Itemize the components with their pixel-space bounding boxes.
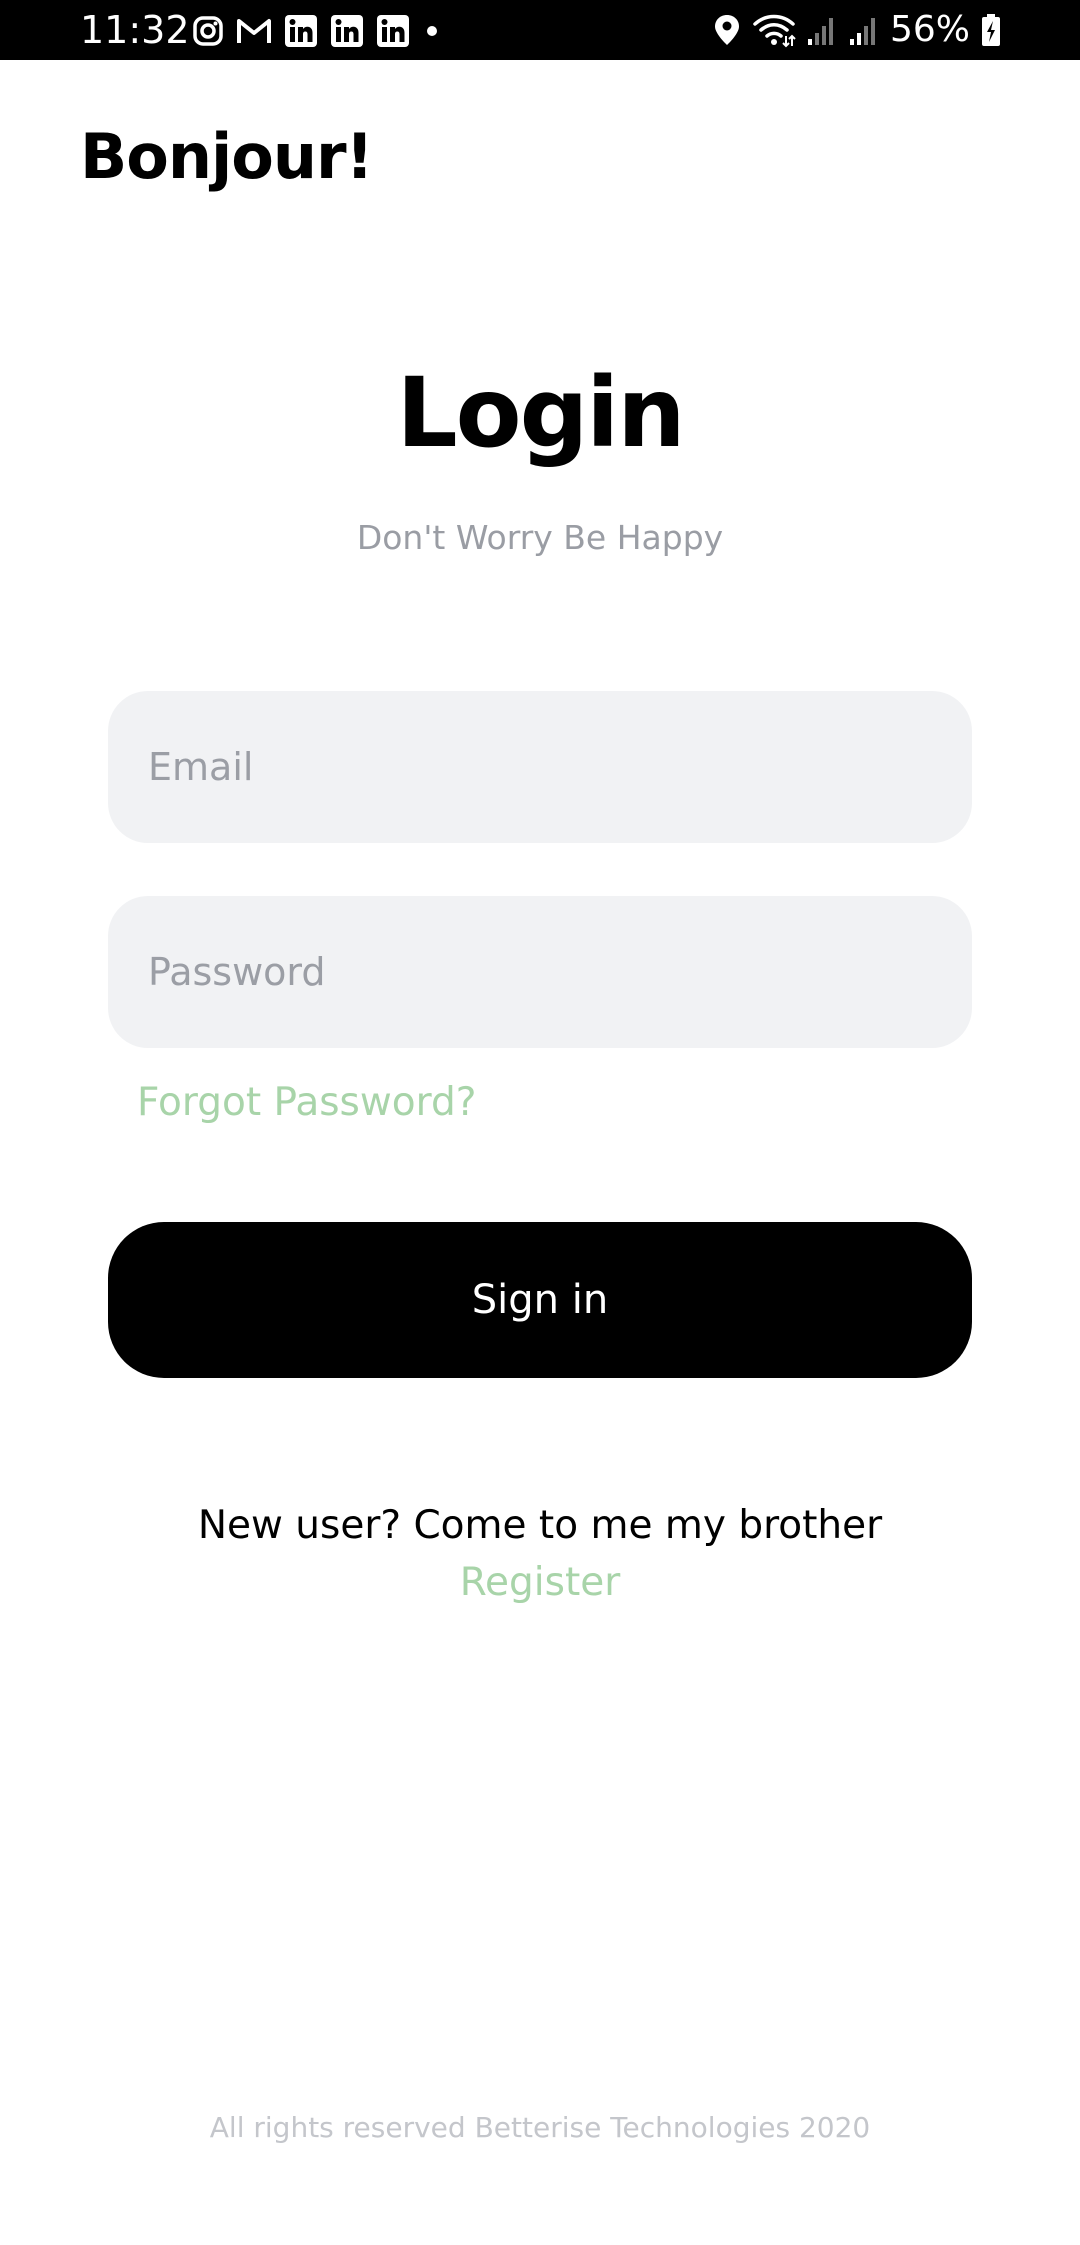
- register-link[interactable]: Register: [0, 1557, 1080, 1609]
- new-user-prompt: New user? Come to me my brother: [197, 1503, 883, 1548]
- wifi-icon: [753, 14, 796, 48]
- notification-icons: [192, 14, 442, 48]
- status-bar: 11:32 56%: [0, 0, 1080, 60]
- system-status: 56%: [712, 10, 1002, 50]
- page-subtitle: Don't Worry Be Happy: [356, 518, 724, 557]
- page-title: Login: [396, 357, 685, 469]
- signal-icon: [849, 18, 875, 45]
- sign-in-button[interactable]: Sign in: [108, 1222, 972, 1378]
- battery-icon: [982, 14, 1000, 46]
- linkedin-icon: [285, 15, 317, 47]
- linkedin-icon: [331, 15, 363, 47]
- location-icon: [714, 15, 739, 45]
- password-field[interactable]: [108, 896, 972, 1048]
- linkedin-icon: [377, 15, 409, 47]
- dot-icon: [427, 26, 437, 36]
- gmail-icon: [237, 19, 271, 43]
- battery-percent: 56%: [889, 9, 970, 50]
- email-field[interactable]: [108, 691, 972, 843]
- forgot-password-link[interactable]: Forgot Password?: [137, 1078, 476, 1128]
- signal-icon: [807, 18, 833, 45]
- instagram-icon: [193, 16, 223, 46]
- greeting-heading: Bonjour!: [80, 120, 374, 193]
- status-time: 11:32: [80, 8, 190, 52]
- footer-copyright: All rights reserved Betterise Technologi…: [209, 2111, 871, 2144]
